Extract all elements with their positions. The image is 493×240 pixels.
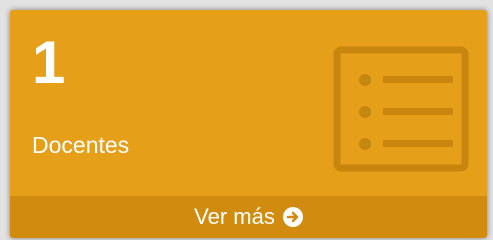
docentes-stat-card: 1 Docentes Ver más [10, 10, 487, 238]
arrow-circle-right-icon [282, 207, 303, 227]
stat-count: 1 [32, 29, 66, 96]
ver-mas-link[interactable]: Ver más [10, 196, 487, 238]
list-icon [333, 46, 469, 172]
stat-label: Docentes [32, 132, 130, 158]
ver-mas-label: Ver más [194, 204, 275, 229]
